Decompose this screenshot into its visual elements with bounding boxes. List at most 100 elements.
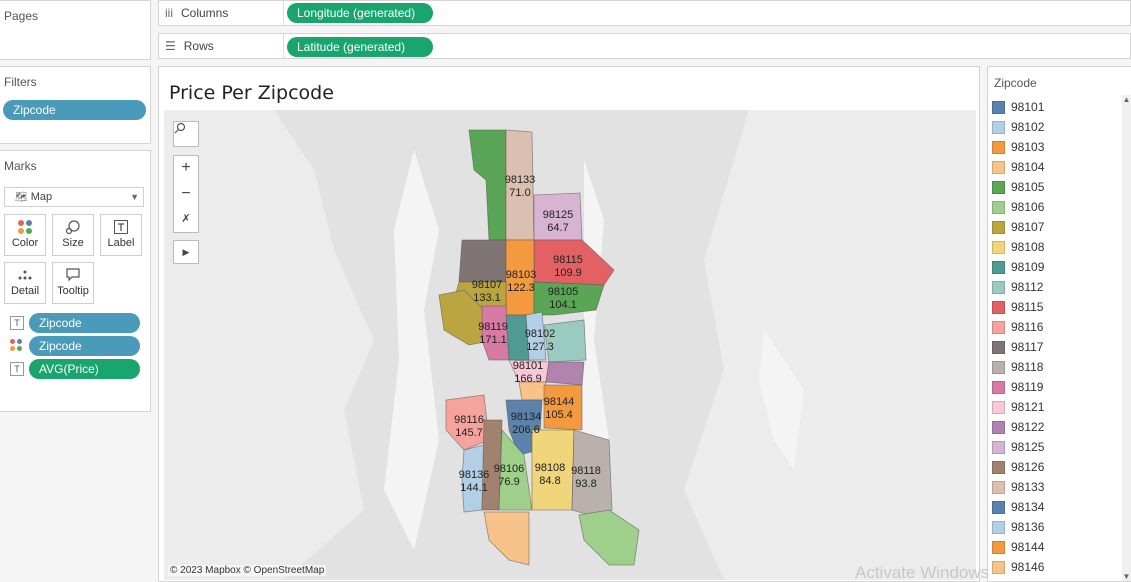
zoom-out-button[interactable]: − (174, 182, 198, 208)
legend-label: 98102 (1011, 120, 1045, 134)
mark-type-dropdown[interactable]: 🗺 Map ▼ (4, 187, 144, 207)
zoom-in-button[interactable]: + (174, 156, 198, 182)
map-label-zip-98106: 98106 (494, 463, 525, 475)
legend-item-98146[interactable]: 98146 (992, 557, 1122, 577)
chevron-down-icon: ▼ (130, 192, 139, 202)
map-search-button[interactable] (173, 121, 199, 147)
legend-item-98109[interactable]: 98109 (992, 257, 1122, 277)
map-label-price-98105: 104.1 (549, 299, 577, 311)
legend-label: 98109 (1011, 260, 1045, 274)
color-button[interactable]: Color (4, 214, 46, 256)
rows-pill-latitude[interactable]: Latitude (generated) (287, 37, 433, 57)
legend-swatch (992, 340, 1005, 354)
legend-label: 98105 (1011, 180, 1045, 194)
map-copyright[interactable]: © 2023 Mapbox © OpenStreetMap (168, 565, 327, 576)
mark-type-label: Map (30, 191, 53, 203)
map-label-zip-98125: 98125 (543, 209, 574, 221)
legend-item-98134[interactable]: 98134 (992, 497, 1122, 517)
legend-item-98144[interactable]: 98144 (992, 537, 1122, 557)
map-label-price-98136: 144.1 (460, 482, 488, 494)
legend-swatch (992, 540, 1005, 554)
legend-title: Zipcode (994, 76, 1037, 90)
legend-item-98104[interactable]: 98104 (992, 157, 1122, 177)
legend-swatch (992, 160, 1005, 174)
legend-swatch (992, 480, 1005, 494)
legend-item-98133[interactable]: 98133 (992, 477, 1122, 497)
zip-polygon-98119[interactable] (481, 305, 510, 361)
filter-pill-zipcode[interactable]: Zipcode (3, 100, 146, 120)
legend-item-98107[interactable]: 98107 (992, 217, 1122, 237)
legend-item-98106[interactable]: 98106 (992, 197, 1122, 217)
map-view[interactable]: 98133 71.0 98125 64.7 98115 109.9 98103 122.3 98… (164, 110, 976, 580)
legend-item-98125[interactable]: 98125 (992, 437, 1122, 457)
text-field-icon: T (10, 362, 24, 376)
marks-field-zipcode-color[interactable]: Zipcode (29, 336, 140, 356)
legend-item-98122[interactable]: 98122 (992, 417, 1122, 437)
legend-item-98115[interactable]: 98115 (992, 297, 1122, 317)
legend-item-98136[interactable]: 98136 (992, 517, 1122, 537)
legend-item-98112[interactable]: 98112 (992, 277, 1122, 297)
legend-swatch (992, 260, 1005, 274)
legend-swatch (992, 280, 1005, 294)
legend-item-98118[interactable]: 98118 (992, 357, 1122, 377)
legend-item-98103[interactable]: 98103 (992, 137, 1122, 157)
legend-swatch (992, 240, 1005, 254)
legend-label: 98104 (1011, 160, 1045, 174)
map-label-zip-98108: 98108 (535, 462, 566, 474)
map-label-zip-98144: 98144 (544, 396, 575, 408)
pages-card[interactable]: Pages (0, 0, 151, 60)
legend-item-98126[interactable]: 98126 (992, 457, 1122, 477)
map-label-price-98133: 71.0 (509, 187, 530, 199)
map-toolbar-expand-button[interactable]: ▶ (173, 240, 199, 264)
legend-scrollbar[interactable]: ▲ ▼ (1122, 95, 1131, 581)
legend-item-98102[interactable]: 98102 (992, 117, 1122, 137)
text-label-icon (101, 215, 141, 237)
tooltip-button[interactable]: Tooltip (52, 262, 94, 304)
scroll-up-icon[interactable]: ▲ (1122, 95, 1131, 104)
zip-polygon-98122[interactable] (545, 361, 585, 386)
rows-shelf[interactable]: ☰ Rows Latitude (generated) (158, 33, 1131, 59)
marks-field-avg-price[interactable]: AVG(Price) (29, 359, 140, 379)
scroll-down-icon[interactable]: ▼ (1122, 572, 1131, 581)
filters-card[interactable]: Filters Zipcode (0, 66, 151, 144)
tooltip-label: Tooltip (57, 285, 89, 297)
map-label-zip-98107: 98107 (472, 279, 503, 291)
legend-item-98101[interactable]: 98101 (992, 97, 1122, 117)
legend-item-98119[interactable]: 98119 (992, 377, 1122, 397)
map-label-price-98103: 122.3 (507, 282, 535, 294)
legend-item-98108[interactable]: 98108 (992, 237, 1122, 257)
size-icon (53, 215, 93, 237)
legend-swatch (992, 320, 1005, 334)
legend-item-98116[interactable]: 98116 (992, 317, 1122, 337)
zip-polygon-98117[interactable] (458, 239, 507, 283)
legend-swatch (992, 140, 1005, 154)
legend-item-98121[interactable]: 98121 (992, 397, 1122, 417)
legend-label: 98117 (1011, 340, 1044, 354)
map-label-zip-98105: 98105 (548, 286, 579, 298)
legend-label: 98103 (1011, 140, 1045, 154)
label-button[interactable]: Label (100, 214, 142, 256)
map-canvas[interactable]: 9813371.0 9812564.7 98115109.9 98103122.3 98… (164, 110, 976, 580)
legend-label: 98125 (1011, 440, 1045, 454)
rows-icon: ☰ (165, 39, 176, 53)
windows-activation-watermark: Activate Windows (855, 563, 990, 582)
legend-swatch (992, 500, 1005, 514)
marks-field-zipcode-label[interactable]: Zipcode (29, 313, 140, 333)
columns-shelf-label: iii Columns (165, 6, 229, 20)
size-button[interactable]: Size (52, 214, 94, 256)
text-field-icon: T (10, 316, 24, 330)
play-triangle-icon: ▶ (182, 247, 190, 257)
shelf-divider (283, 34, 284, 58)
map-label-price-98115: 109.9 (554, 267, 582, 279)
speech-bubble-icon (53, 263, 93, 285)
detail-button[interactable]: Detail (4, 262, 46, 304)
color-label: Color (11, 237, 39, 249)
legend-item-98105[interactable]: 98105 (992, 177, 1122, 197)
filters-title: Filters (4, 75, 37, 89)
columns-pill-longitude[interactable]: Longitude (generated) (287, 3, 433, 23)
columns-shelf[interactable]: iii Columns Longitude (generated) (158, 0, 1131, 26)
legend-item-98117[interactable]: 98117 (992, 337, 1122, 357)
map-label-zip-98134: 98134 (511, 411, 542, 423)
reset-pin-button[interactable]: ✗ (174, 208, 198, 232)
legend-label: 98107 (1011, 220, 1045, 234)
